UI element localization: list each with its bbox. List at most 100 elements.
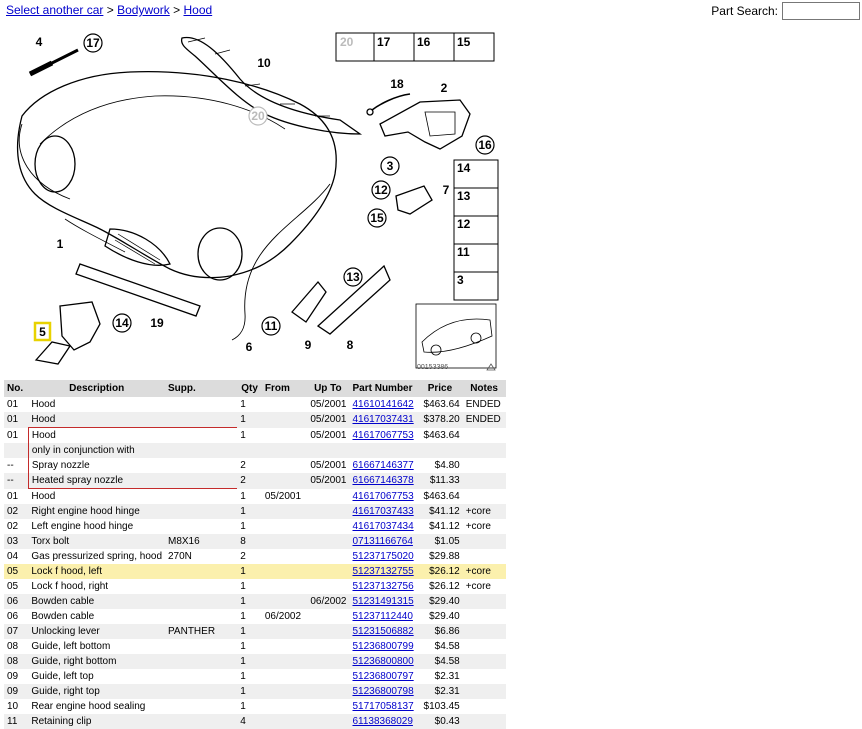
select-car-link[interactable]: Select another car bbox=[6, 3, 103, 17]
cell-pn[interactable]: 07131166764 bbox=[349, 534, 418, 549]
legend-15: 15 bbox=[457, 35, 471, 49]
cell-pn[interactable]: 41610141642 bbox=[349, 397, 417, 412]
table-row[interactable]: 02 Left engine hood hinge 1 41617037434 $41.… bbox=[4, 519, 506, 534]
part-number-link[interactable]: 51236800799 bbox=[352, 641, 413, 652]
callout-9: 9 bbox=[305, 338, 312, 352]
part-number-link[interactable]: 51237132755 bbox=[352, 566, 413, 577]
cell-from bbox=[262, 639, 306, 654]
cell-pn[interactable]: 51717058137 bbox=[349, 699, 417, 714]
cell-pn[interactable]: 51236800798 bbox=[349, 684, 418, 699]
table-row[interactable]: 01 Hood 1 05/2001 41617067753 $463.64 bbox=[4, 427, 506, 444]
cell-desc: Gas pressurized spring, hood bbox=[31, 551, 162, 562]
cell-upto: 05/2001 bbox=[310, 460, 347, 471]
table-row[interactable]: 09 Guide, left top 1 51236800797 $2.31 bbox=[4, 669, 506, 684]
table-row[interactable]: 01 Hood 1 05/2001 41617037431 $378.20 ENDED bbox=[4, 412, 506, 428]
cell-pn[interactable]: 51231491315 bbox=[349, 594, 418, 609]
cell-desc: Hood bbox=[28, 412, 165, 428]
table-row[interactable]: 09 Guide, right top 1 51236800798 $2.31 bbox=[4, 684, 506, 699]
parts-diagram[interactable]: 20 17 16 15 14 13 12 11 3 4 17 10 18 2 2… bbox=[0, 24, 505, 376]
cell-pn[interactable]: 41617037434 bbox=[349, 519, 417, 534]
table-row[interactable]: 07 Unlocking lever PANTHER 1 51231506882 $6.8… bbox=[4, 624, 506, 639]
table-row[interactable]: 01 Hood 1 05/2001 41617067753 $463.64 bbox=[4, 489, 506, 505]
col-supp: Supp. bbox=[168, 383, 196, 394]
cell-qty: 1 bbox=[237, 684, 262, 699]
callout-4: 4 bbox=[36, 35, 43, 49]
table-row[interactable]: only in conjunction with bbox=[4, 443, 506, 458]
callout-15: 15 bbox=[370, 211, 384, 225]
part-number-link[interactable]: 51717058137 bbox=[352, 701, 413, 712]
table-row[interactable]: 02 Right engine hood hinge 1 41617037433 $41… bbox=[4, 504, 506, 519]
cell-pn[interactable]: 61667146378 bbox=[349, 473, 418, 489]
cell-pn[interactable] bbox=[349, 443, 418, 458]
table-header-row: No. Description Supp. Qty From Up To Par… bbox=[4, 380, 506, 397]
table-row[interactable]: 03 Torx bolt M8X16 8 07131166764 $1.05 bbox=[4, 534, 506, 549]
table-row[interactable]: 05 Lock f hood, left 1 51237132755 $26.12 +co… bbox=[4, 564, 506, 579]
cell-pn[interactable]: 41617037431 bbox=[349, 412, 418, 428]
cell-pn[interactable]: 51237132756 bbox=[349, 579, 417, 594]
top-bar: Select another car > Bodywork > Hood Par… bbox=[0, 0, 862, 22]
part-number-link[interactable]: 41617037431 bbox=[352, 414, 413, 425]
bodywork-link[interactable]: Bodywork bbox=[117, 3, 170, 17]
cell-upto bbox=[306, 443, 350, 458]
table-row[interactable]: 06 Bowden cable 1 06/2002 51237112440 $29.40 bbox=[4, 609, 506, 624]
cell-notes bbox=[462, 594, 506, 609]
cell-notes: ENDED bbox=[465, 399, 501, 410]
cell-pn[interactable]: 51236800799 bbox=[349, 639, 417, 654]
cell-qty: 1 bbox=[240, 701, 246, 712]
callout-1: 1 bbox=[57, 237, 64, 251]
part-number-link[interactable]: 51237132756 bbox=[352, 581, 413, 592]
rear-seal bbox=[180, 36, 363, 135]
cell-pn[interactable]: 41617067753 bbox=[349, 489, 417, 505]
hood-link[interactable]: Hood bbox=[183, 3, 212, 17]
cell-pn[interactable]: 51236800800 bbox=[349, 654, 418, 669]
cell-pn[interactable]: 51237112440 bbox=[349, 609, 417, 624]
table-row[interactable]: 08 Guide, left bottom 1 51236800799 $4.58 bbox=[4, 639, 506, 654]
cell-from bbox=[261, 473, 307, 489]
table-row[interactable]: 05 Lock f hood, right 1 51237132756 $26.12 +c… bbox=[4, 579, 506, 594]
table-row[interactable]: 10 Rear engine hood sealing 1 51717058137 $1… bbox=[4, 699, 506, 714]
callout-2: 2 bbox=[441, 81, 448, 95]
part-number-link[interactable]: 51236800798 bbox=[352, 686, 413, 697]
part-number-link[interactable]: 41617037433 bbox=[352, 506, 413, 517]
cell-desc: Right engine hood hinge bbox=[28, 504, 165, 519]
cell-price: $4.58 bbox=[434, 641, 460, 652]
part-number-link[interactable]: 41617037434 bbox=[352, 521, 413, 532]
cell-supp bbox=[165, 669, 237, 684]
part-number-link[interactable]: 41617067753 bbox=[352, 430, 413, 441]
table-row[interactable]: -- Spray nozzle 2 05/2001 61667146377 $4.80 bbox=[4, 458, 506, 473]
cell-pn[interactable]: 51237132755 bbox=[349, 564, 418, 579]
cell-qty: 1 bbox=[240, 611, 246, 622]
part-number-link[interactable]: 51236800797 bbox=[352, 671, 413, 682]
part-search-input[interactable] bbox=[782, 2, 860, 20]
table-row[interactable]: 06 Bowden cable 1 06/2002 51231491315 $29.40 bbox=[4, 594, 506, 609]
cell-upto bbox=[306, 624, 350, 639]
cell-pn[interactable]: 51237175020 bbox=[349, 549, 417, 564]
cell-pn[interactable]: 51231506882 bbox=[349, 624, 418, 639]
part-number-link[interactable]: 51236800800 bbox=[352, 656, 413, 667]
cell-desc: Bowden cable bbox=[28, 594, 165, 609]
part-number-link[interactable]: 51231491315 bbox=[352, 596, 413, 607]
cell-no: 07 bbox=[4, 624, 29, 639]
table-row[interactable]: 04 Gas pressurized spring, hood 270N 2 51237… bbox=[4, 549, 506, 564]
part-number-link[interactable]: 61138368029 bbox=[352, 716, 412, 727]
part-number-link[interactable]: 51231506882 bbox=[352, 626, 413, 637]
cell-pn[interactable]: 61138368029 bbox=[349, 714, 418, 729]
table-row[interactable]: -- Heated spray nozzle 2 05/2001 61667146378… bbox=[4, 473, 506, 489]
cell-no: 09 bbox=[4, 684, 29, 699]
part-number-link[interactable]: 51237175020 bbox=[352, 551, 413, 562]
part-number-link[interactable]: 41610141642 bbox=[352, 399, 413, 410]
cell-pn[interactable]: 41617037433 bbox=[349, 504, 418, 519]
table-row[interactable]: 11 Retaining clip 4 61138368029 $0.43 bbox=[4, 714, 506, 729]
part-number-link[interactable]: 07131166764 bbox=[352, 536, 412, 547]
part-number-link[interactable]: 61667146378 bbox=[352, 475, 413, 486]
cell-pn[interactable]: 61667146377 bbox=[349, 458, 417, 473]
callout-20: 20 bbox=[251, 109, 265, 123]
cell-qty: 2 bbox=[240, 551, 246, 562]
part-number-link[interactable]: 61667146377 bbox=[352, 460, 413, 471]
table-row[interactable]: 01 Hood 1 05/2001 41610141642 $463.64 ENDED bbox=[4, 397, 506, 412]
part-number-link[interactable]: 41617067753 bbox=[352, 491, 413, 502]
part-number-link[interactable]: 51237112440 bbox=[352, 611, 412, 622]
cell-pn[interactable]: 51236800797 bbox=[349, 669, 417, 684]
table-row[interactable]: 08 Guide, right bottom 1 51236800800 $4.58 bbox=[4, 654, 506, 669]
cell-pn[interactable]: 41617067753 bbox=[349, 428, 417, 444]
